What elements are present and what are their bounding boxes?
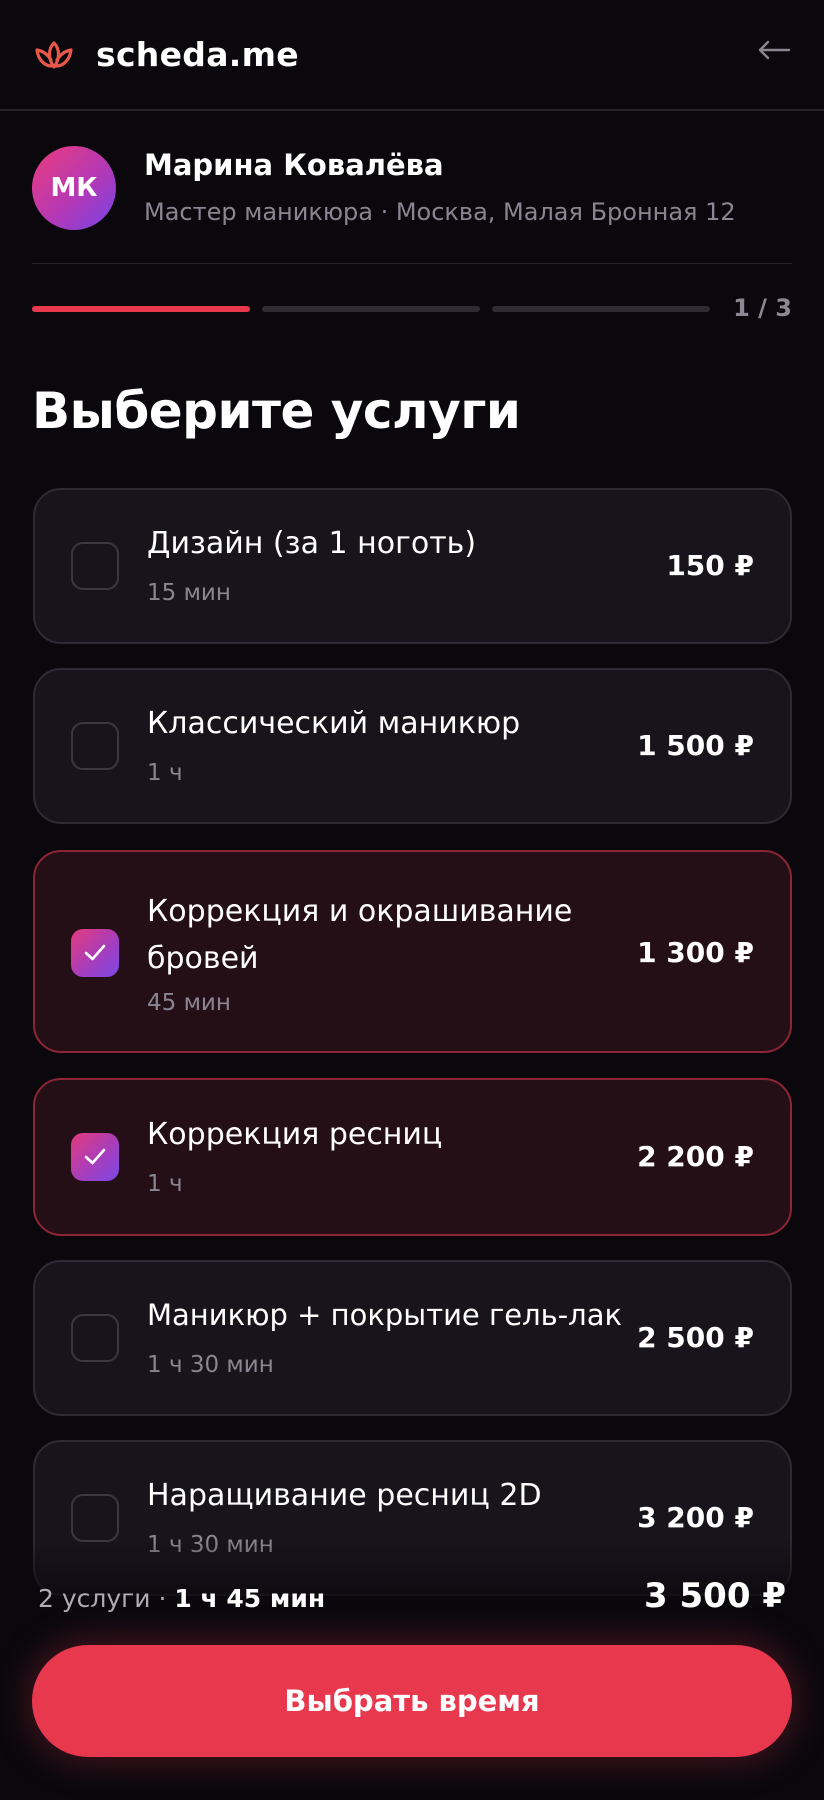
service-duration: 1 ч 30 мин <box>147 1352 274 1378</box>
service-checkbox[interactable] <box>71 1314 119 1362</box>
service-price: 2 500 ₽ <box>637 1321 754 1354</box>
service-price: 2 200 ₽ <box>637 1140 754 1173</box>
progress-segment <box>492 306 710 312</box>
check-icon <box>84 1148 106 1165</box>
service-checkbox[interactable] <box>71 722 119 770</box>
service-checkbox[interactable] <box>71 929 119 977</box>
progress-segment <box>32 306 250 312</box>
master-info: МК Марина Ковалёва Мастер маникюра · Мос… <box>32 140 792 264</box>
service-card[interactable]: Маникюр + покрытие гель-лак 1 ч 30 мин 2… <box>33 1260 792 1416</box>
service-name: Маникюр + покрытие гель-лак <box>147 1298 622 1332</box>
service-price: 150 ₽ <box>666 549 754 582</box>
service-name: Коррекция ресниц <box>147 1117 443 1152</box>
service-checkbox[interactable] <box>71 1494 119 1542</box>
selected-count: 2 услуги <box>38 1584 151 1613</box>
progress-segment <box>262 306 480 312</box>
service-checkbox[interactable] <box>71 542 119 590</box>
service-card[interactable]: Коррекция ресниц 1 ч 2 200 ₽ <box>33 1078 792 1236</box>
arrow-left-icon <box>758 40 791 60</box>
summary-separator: · <box>158 1584 167 1613</box>
step-counter: 1 / 3 <box>733 294 792 322</box>
app-header: scheda.me <box>0 0 824 111</box>
master-name: Марина Ковалёва <box>144 148 444 182</box>
total-duration: 1 ч 45 мин <box>174 1584 326 1613</box>
service-card[interactable]: Коррекция и окрашивание бровей 45 мин 1 … <box>33 850 792 1053</box>
service-duration: 1 ч <box>147 1171 183 1197</box>
booking-page: scheda.me МК Марина Ковалёва Мастер мани… <box>0 0 824 1800</box>
lotus-icon <box>35 40 73 69</box>
service-name: Классический маникюр <box>147 706 521 741</box>
service-name: Наращивание ресниц 2D <box>147 1478 542 1513</box>
service-name: Дизайн (за 1 ноготь) <box>147 526 477 561</box>
master-subtitle: Мастер маникюра · Москва, Малая Бронная … <box>144 198 736 226</box>
avatar: МК <box>32 146 116 230</box>
step-progress <box>32 306 792 312</box>
service-card[interactable]: Дизайн (за 1 ноготь) 15 мин 150 ₽ <box>33 488 792 644</box>
service-price: 1 300 ₽ <box>637 936 754 969</box>
service-price: 3 200 ₽ <box>637 1501 754 1534</box>
total-price: 3 500 ₽ <box>644 1576 786 1616</box>
service-duration: 45 мин <box>147 990 231 1016</box>
service-duration: 15 мин <box>147 580 231 606</box>
service-name: Коррекция и окрашивание бровей <box>147 894 573 976</box>
service-price: 1 500 ₽ <box>637 729 754 762</box>
service-duration: 1 ч <box>147 760 183 786</box>
back-button[interactable] <box>754 30 794 70</box>
page-title: Выберите услуги <box>32 382 521 440</box>
selection-summary: 2 услуги · 1 ч 45 мин <box>38 1584 325 1613</box>
service-checkbox[interactable] <box>71 1133 119 1181</box>
service-card[interactable]: Классический маникюр 1 ч 1 500 ₽ <box>33 668 792 824</box>
check-icon <box>84 944 106 961</box>
choose-time-button[interactable]: Выбрать время <box>32 1645 792 1757</box>
brand-name: scheda.me <box>96 35 299 74</box>
